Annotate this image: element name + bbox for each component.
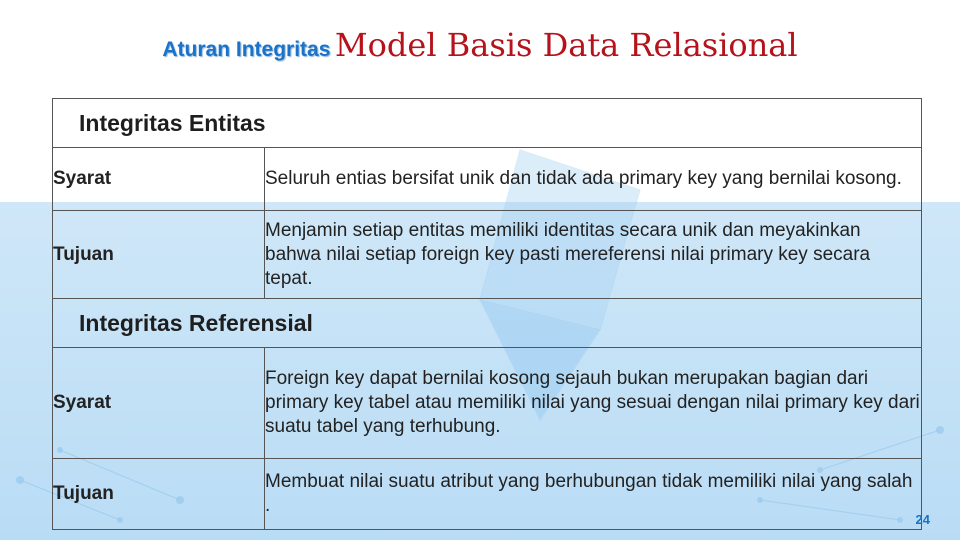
table-row: Tujuan Menjamin setiap entitas memiliki … xyxy=(52,210,922,299)
section-header-referential: Integritas Referensial xyxy=(52,298,922,348)
title-prefix: Aturan Integritas xyxy=(162,38,331,61)
table-row: Syarat Foreign key dapat bernilai kosong… xyxy=(52,347,922,459)
row-text: Membuat nilai suatu atribut yang berhubu… xyxy=(264,458,922,530)
row-text: Menjamin setiap entitas memiliki identit… xyxy=(264,210,922,299)
row-text: Foreign key dapat bernilai kosong sejauh… xyxy=(264,347,922,459)
row-label: Tujuan xyxy=(52,458,265,530)
row-text: Seluruh entias bersifat unik dan tidak a… xyxy=(264,147,922,211)
row-label: Tujuan xyxy=(52,210,265,299)
integrity-rules-table: Integritas Entitas Syarat Seluruh entias… xyxy=(52,98,922,530)
table-row: Tujuan Membuat nilai suatu atribut yang … xyxy=(52,458,922,530)
slide-title: Aturan Integritas Model Basis Data Relas… xyxy=(0,26,960,64)
table-row: Syarat Seluruh entias bersifat unik dan … xyxy=(52,147,922,211)
section-header-entity: Integritas Entitas xyxy=(52,98,922,148)
section-title: Integritas Entitas xyxy=(52,98,922,148)
section-title: Integritas Referensial xyxy=(52,298,922,348)
row-label: Syarat xyxy=(52,347,265,459)
page-number: 24 xyxy=(915,512,930,527)
row-label: Syarat xyxy=(52,147,265,211)
title-main: Model Basis Data Relasional xyxy=(334,26,798,64)
